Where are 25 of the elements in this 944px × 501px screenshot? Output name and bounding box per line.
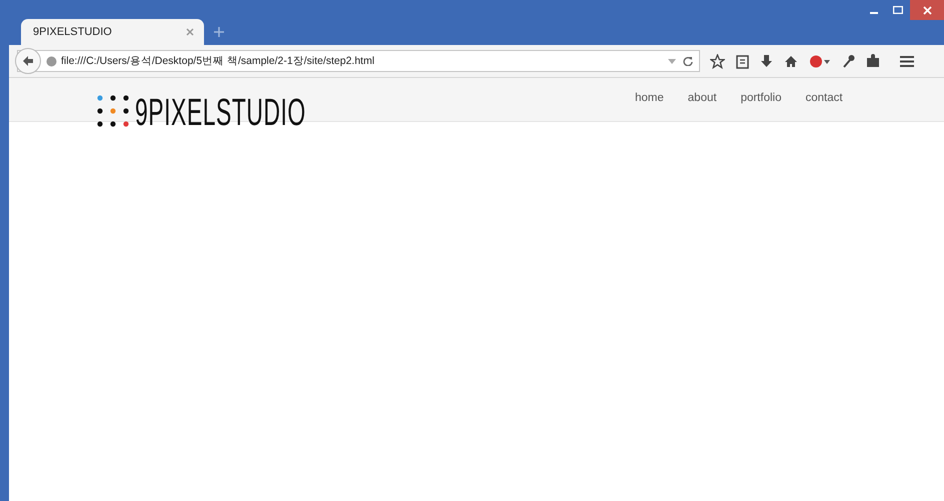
nav-link[interactable]: contact — [805, 92, 843, 104]
close-icon — [922, 6, 932, 14]
home-icon[interactable] — [784, 54, 798, 68]
maximize-icon — [893, 6, 903, 14]
download-icon[interactable] — [760, 54, 773, 68]
browser-tab[interactable]: 9PIXELSTUDIO — [21, 19, 204, 45]
nav-link[interactable]: portfolio — [740, 92, 782, 104]
clipboard-icon[interactable] — [736, 54, 749, 68]
back-arrow-icon — [22, 55, 34, 67]
reload-icon[interactable] — [683, 56, 693, 66]
url-text: file:///C:/Users/용석/Desktop/5번째 책/sample/2-1장/site/step2.html — [61, 54, 376, 68]
menu-icon[interactable] — [899, 54, 915, 68]
close-button[interactable] — [910, 0, 944, 20]
new-tab-icon[interactable] — [212, 25, 226, 39]
logo-text: 9PIXELSTUDIO — [135, 93, 306, 131]
back-button[interactable] — [15, 48, 41, 74]
nav-link[interactable]: home — [635, 92, 664, 104]
nav-link[interactable]: about — [688, 92, 717, 104]
close-icon[interactable] — [186, 28, 194, 36]
wrench-icon[interactable] — [842, 54, 855, 68]
star-icon[interactable] — [710, 54, 725, 68]
address-bar[interactable]: file:///C:/Users/용석/Desktop/5번째 책/sample/2-1장/site/step2.html — [17, 50, 700, 72]
tab-title: 9PIXELSTUDIO — [33, 26, 113, 38]
puzzle-icon[interactable] — [866, 54, 880, 68]
dots-logo-icon — [97, 95, 129, 127]
